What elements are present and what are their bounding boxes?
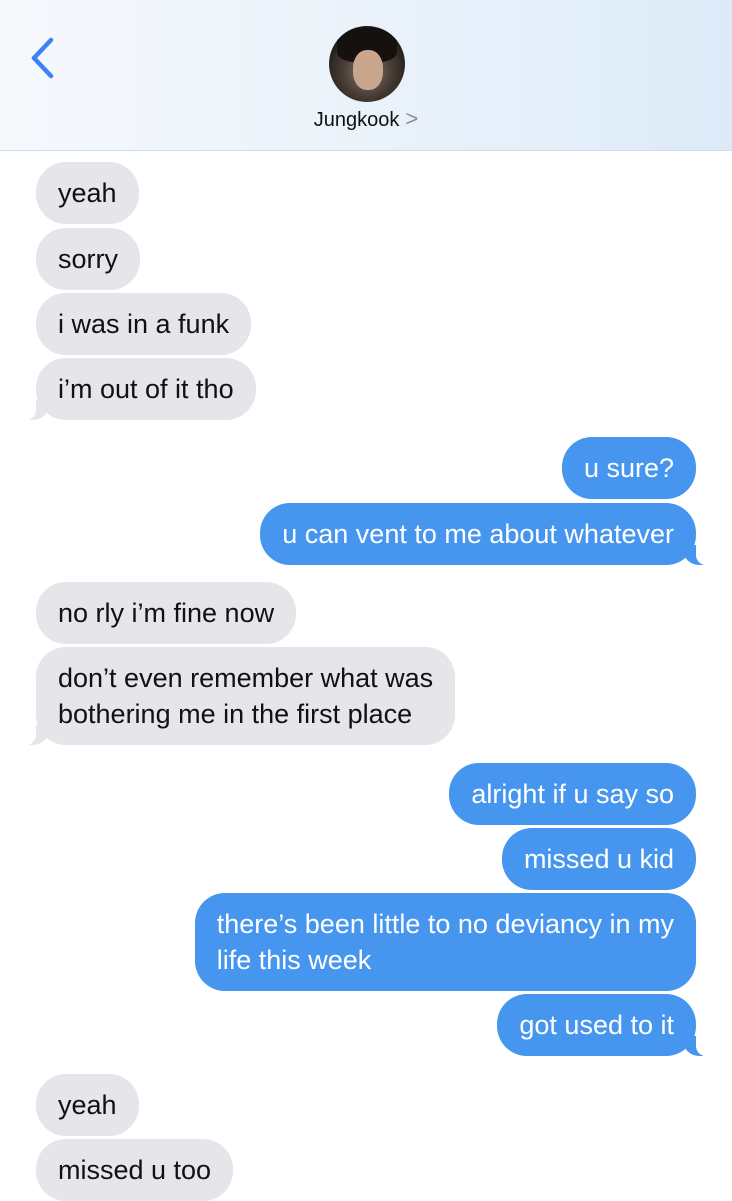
- message-bubble-incoming[interactable]: i was in a funk: [36, 293, 252, 355]
- contact-name: Jungkook: [313, 109, 400, 131]
- message-bubble-incoming[interactable]: sorry: [36, 228, 140, 290]
- message-bubble-incoming[interactable]: don’t even remember what was bothering m…: [21, 647, 456, 745]
- message-bubble-incoming[interactable]: i’m out of it tho: [22, 358, 256, 420]
- message-bubble-incoming[interactable]: yeah: [36, 1074, 139, 1136]
- chevron-right-icon: >: [405, 106, 419, 131]
- avatar-face: [353, 50, 383, 90]
- message-bubble-outgoing[interactable]: there’s been little to no deviancy in my…: [194, 893, 696, 991]
- message-bubble-outgoing[interactable]: missed u kid: [501, 828, 696, 890]
- message-bubble-outgoing[interactable]: u can vent to me about whatever: [260, 503, 710, 565]
- contact-name-button[interactable]: Jungkook >: [0, 106, 732, 132]
- chevron-left-icon: [31, 37, 54, 79]
- back-button[interactable]: [20, 30, 64, 86]
- message-bubble-outgoing[interactable]: alright if u say so: [449, 763, 696, 825]
- message-bubble-incoming[interactable]: no rly i’m fine now: [36, 582, 297, 644]
- message-bubble-outgoing[interactable]: u sure?: [561, 437, 696, 499]
- conversation-header: Jungkook >: [0, 0, 732, 151]
- avatar[interactable]: [329, 26, 405, 102]
- message-bubble-outgoing[interactable]: got used to it: [497, 994, 710, 1056]
- message-bubble-incoming[interactable]: missed u too: [36, 1139, 234, 1201]
- message-bubble-incoming[interactable]: yeah: [36, 162, 139, 224]
